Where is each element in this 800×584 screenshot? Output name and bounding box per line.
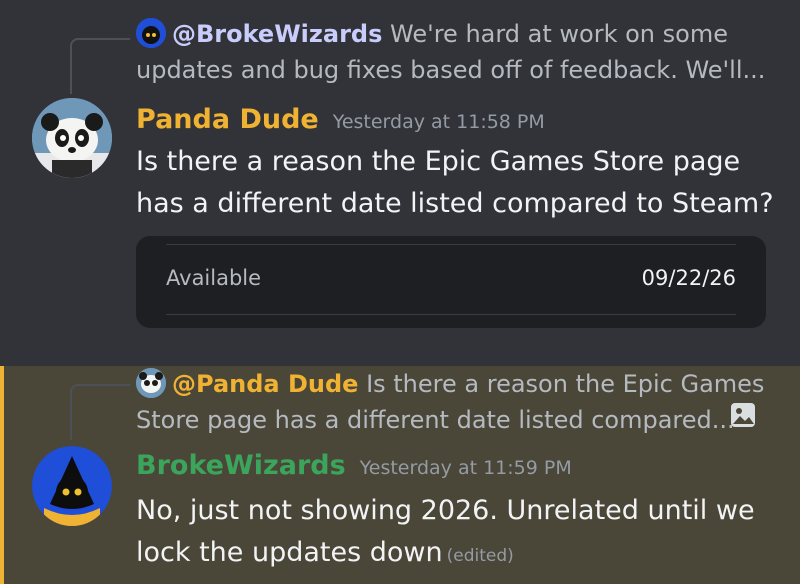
message-panda-dude[interactable]: @BrokeWizards We're hard at work on some…: [0, 0, 800, 366]
reply-connector: [70, 38, 130, 94]
message-brokewizards[interactable]: @Panda Dude Is there a reason the Epic G…: [0, 366, 800, 584]
message-line: has a different date listed compared to …: [136, 188, 774, 219]
message-content: No, just not showing 2026. Unrelated unt…: [136, 490, 786, 577]
embed-label: Available: [166, 266, 262, 290]
divider: [166, 244, 736, 245]
image-icon: [731, 403, 755, 427]
message-line-text: lock the updates down: [136, 537, 443, 568]
reply-preview[interactable]: @Panda Dude Is there a reason the Epic G…: [136, 366, 764, 438]
reply-preview[interactable]: @BrokeWizards We're hard at work on some…: [136, 16, 765, 88]
reply-text: We're hard at work on some: [390, 20, 728, 48]
reply-text: Is there a reason the Epic Games: [366, 370, 765, 398]
release-date-embed: Available 09/22/26: [136, 236, 766, 328]
reply-text-continued: updates and bug fixes based off of feedb…: [136, 56, 766, 84]
reply-text-continued: Store page has a different date listed c…: [136, 406, 735, 434]
timestamp: Yesterday at 11:58 PM: [332, 111, 545, 133]
author-name[interactable]: Panda Dude Yesterday at 11:58 PM: [136, 104, 545, 135]
author-name[interactable]: BrokeWizards Yesterday at 11:59 PM: [136, 450, 572, 481]
avatar[interactable]: [32, 446, 112, 526]
replied-user-avatar: [136, 18, 166, 48]
message-line: lock the updates down (edited): [136, 532, 786, 577]
reply-mention[interactable]: @BrokeWizards: [172, 20, 382, 48]
replied-user-avatar: [136, 368, 166, 398]
timestamp: Yesterday at 11:59 PM: [359, 457, 572, 479]
reply-connector: [70, 384, 130, 440]
message-line: No, just not showing 2026. Unrelated unt…: [136, 495, 755, 526]
message-line: Is there a reason the Epic Games Store p…: [136, 146, 741, 177]
avatar[interactable]: [32, 98, 112, 178]
mention-highlight-bar: [0, 366, 4, 584]
reply-mention[interactable]: @Panda Dude: [172, 370, 358, 398]
edited-label: (edited): [446, 546, 514, 566]
author-name-text[interactable]: Panda Dude: [136, 104, 319, 135]
author-name-text[interactable]: BrokeWizards: [136, 450, 346, 481]
divider: [166, 314, 736, 315]
embed-value: 09/22/26: [641, 266, 736, 290]
message-content: Is there a reason the Epic Games Store p…: [136, 141, 786, 225]
